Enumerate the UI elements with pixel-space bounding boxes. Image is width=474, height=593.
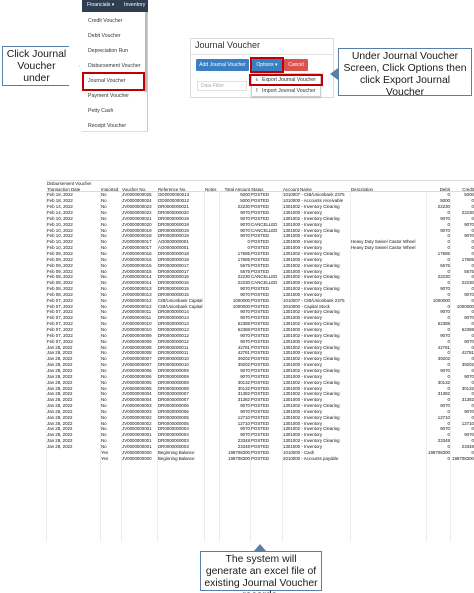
grid-line [100, 192, 101, 542]
grid-line [46, 192, 47, 542]
import-label: Import Journal Voucher [262, 88, 316, 94]
header-cell: Description [351, 186, 373, 192]
table-cell [47, 456, 99, 462]
grid-line [450, 192, 451, 542]
financials-dropdown: Credit Voucher Debit Voucher Depreciatio… [82, 12, 148, 132]
table-cell: 2010000 - Accounts payable [283, 455, 339, 461]
header-cell: Total Amount [224, 186, 250, 192]
options-highlight [250, 57, 284, 73]
header-cell: Imported [101, 186, 119, 192]
grid-line [282, 192, 283, 542]
grid-line [204, 192, 205, 542]
table-cell: JV0000000000 [122, 455, 152, 461]
grid-line [157, 192, 158, 542]
header-cell: Credit [462, 186, 474, 192]
exported-spreadsheet: Disbursement Voucher Transaction Date Imp… [46, 180, 474, 542]
financials-menu: Financials ▾ Inventory Credit Voucher De… [82, 0, 148, 132]
title-divider [191, 54, 333, 55]
table-cell: POSTED [251, 455, 270, 461]
table-cell: 0 [447, 455, 450, 461]
menu-item-depreciation-run[interactable]: Depreciation Run [88, 48, 128, 54]
table-cell [205, 456, 219, 462]
nav-financials[interactable]: Financials ▾ [87, 2, 114, 8]
grid-line [426, 192, 427, 542]
table-cell: 198708300 [452, 455, 474, 461]
journal-voucher-highlight [82, 72, 145, 91]
menu-item-payment-voucher[interactable]: Payment Voucher [88, 93, 129, 99]
nav-inventory[interactable]: Inventory [124, 2, 145, 8]
header-cell: Notes [205, 186, 217, 192]
header-cell: Reference No. [158, 186, 187, 192]
table-cell: Beginning Balance [158, 455, 195, 461]
grid-line [250, 192, 251, 542]
grid-line [219, 192, 220, 542]
header-cell: Transaction Date [47, 186, 81, 192]
callout-bottom-pointer [254, 544, 266, 551]
export-highlight [249, 74, 323, 86]
header-cell: Voucher No. [122, 186, 147, 192]
page-title: Journal Voucher [195, 40, 261, 50]
menu-item-credit-voucher[interactable]: Credit Voucher [88, 18, 122, 24]
callout-right: Under Journal Voucher Screen, Click Opti… [338, 48, 472, 98]
grid-line [121, 192, 122, 542]
cancel-button[interactable]: Cancel [284, 59, 308, 71]
callout-bottom: The system will generate an excel file o… [200, 551, 322, 593]
top-navbar: Financials ▾ Inventory [82, 0, 148, 12]
menu-item-petty-cash[interactable]: Petty Cash [88, 108, 113, 114]
header-cell: Debit [439, 186, 450, 192]
menu-item-receipt-voucher[interactable]: Receipt Voucher [88, 123, 126, 129]
menu-item-debit-voucher[interactable]: Debit Voucher [88, 33, 121, 39]
table-cell: 198708300 [228, 455, 250, 461]
add-journal-voucher-button[interactable]: Add Journal Voucher [196, 59, 249, 71]
header-cell: Status [251, 186, 264, 192]
grid-line [350, 192, 351, 542]
table-cell: Yes [101, 455, 109, 461]
dropdown-scrollbar[interactable] [145, 12, 147, 92]
callout-right-pointer [330, 68, 338, 80]
callout-left: Click Journal Voucher under Financials M… [2, 46, 80, 86]
data-filter-input[interactable]: Data Filter [197, 81, 247, 91]
table-row: Yes JV0000000000 Beginning Balance 19870830… [46, 456, 474, 462]
journal-voucher-panel: Journal Voucher Add Journal Voucher Opti… [190, 38, 334, 98]
import-journal-voucher-item[interactable]: ⭱ Import Journal Voucher [256, 88, 316, 96]
table-cell [351, 456, 426, 462]
menu-item-disbursement-voucher[interactable]: Disbursement Voucher [88, 63, 140, 69]
header-cell: Account Name [283, 186, 312, 192]
